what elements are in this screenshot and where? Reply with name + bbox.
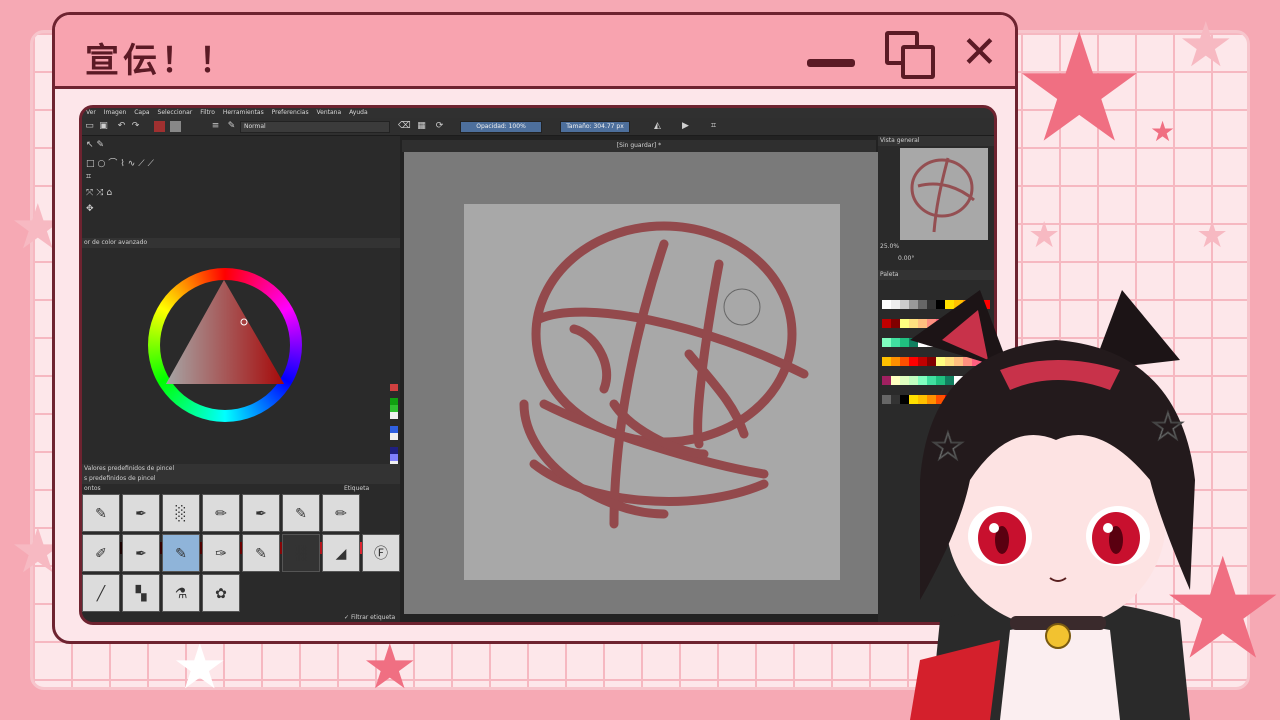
brush-preset[interactable]: ░ bbox=[162, 494, 200, 532]
menu-item[interactable]: Capa bbox=[134, 109, 149, 116]
presets-tab-label: Valores predefinidos de pincel bbox=[84, 465, 175, 472]
brush-preset[interactable]: ▒ bbox=[282, 534, 320, 572]
pattern-icon[interactable] bbox=[170, 121, 181, 132]
brush-preset[interactable]: ✐ bbox=[82, 534, 120, 572]
presets-filter-label: ontos bbox=[84, 485, 101, 492]
overview-title: Vista general bbox=[880, 137, 920, 144]
star-decoration: ★ bbox=[362, 630, 418, 703]
color-panel-title: or de color avanzado bbox=[84, 239, 148, 246]
canvas-area: [Sin guardar] * bbox=[400, 136, 878, 622]
star-decoration: ★ bbox=[172, 630, 228, 703]
star-decoration: ★ bbox=[1150, 115, 1176, 148]
sketch-drawing bbox=[519, 221, 809, 529]
palette-header: Paleta bbox=[878, 270, 994, 280]
color-panel-header: or de color avanzado bbox=[82, 238, 400, 248]
filter-tag-checkbox[interactable]: ✓ Filtrar etiqueta bbox=[344, 614, 395, 621]
menu-item[interactable]: Herramientas bbox=[223, 109, 264, 116]
brush-preset[interactable]: ✏ bbox=[322, 494, 360, 532]
saturation-triangle[interactable] bbox=[162, 276, 290, 404]
close-button[interactable]: ✕ bbox=[961, 31, 998, 75]
window-titlebar: 宣伝！！ ✕ bbox=[55, 15, 1015, 89]
vtuber-avatar: ☆ ☆ bbox=[910, 290, 1195, 720]
brush-preset[interactable]: ✒ bbox=[122, 494, 160, 532]
new-document-icon[interactable]: ▭ bbox=[84, 121, 95, 132]
presets-title: s predefinidos de pincel bbox=[84, 475, 156, 482]
star-decoration: ★ bbox=[1178, 8, 1234, 81]
redo-icon[interactable]: ↷ bbox=[130, 121, 141, 132]
canvas-paper[interactable] bbox=[464, 204, 840, 580]
window-title: 宣伝！！ bbox=[85, 41, 237, 81]
toolbox-row[interactable]: ⤧⤨⌂ bbox=[86, 188, 115, 198]
brush-preset[interactable]: ✏ bbox=[202, 494, 240, 532]
brush-preset[interactable]: ◢ bbox=[322, 534, 360, 572]
color-selector[interactable] bbox=[82, 254, 400, 554]
presets-tab[interactable]: Valores predefinidos de pincel bbox=[82, 464, 400, 474]
brush-preset[interactable]: ✿ bbox=[202, 574, 240, 612]
menu-item[interactable]: Ventana bbox=[317, 109, 342, 116]
menu-item[interactable]: Filtro bbox=[200, 109, 215, 116]
brush-preset[interactable]: ✎ bbox=[282, 494, 320, 532]
menu-bar: Ver Imagen Capa Seleccionar Filtro Herra… bbox=[82, 108, 994, 118]
minimize-button[interactable] bbox=[807, 59, 855, 67]
brush-preset[interactable]: ⚗ bbox=[162, 574, 200, 612]
brush-preset[interactable]: ▚ bbox=[122, 574, 160, 612]
brush-settings-icon[interactable]: ≡ bbox=[210, 121, 221, 132]
overview-header: Vista general bbox=[878, 136, 994, 146]
size-slider[interactable]: Tamaño: 304.77 px bbox=[560, 121, 630, 133]
zoom-row: 25.0% bbox=[878, 242, 994, 252]
rotation-value[interactable]: 0.00° bbox=[898, 255, 914, 262]
canvas-background bbox=[404, 152, 878, 614]
toolbox-row[interactable]: ↖✎ bbox=[86, 140, 107, 150]
svg-text:☆: ☆ bbox=[1150, 404, 1186, 450]
filter-tag-label: Filtrar etiqueta bbox=[350, 614, 396, 621]
document-tab[interactable]: [Sin guardar] * bbox=[402, 140, 876, 152]
left-dock: ↖✎ □○⌒⌇∿⟋⟋ ⌗ ⤧⤨⌂ ✥ or de color avanzado bbox=[82, 136, 400, 622]
preset-icon[interactable]: ✎ bbox=[226, 121, 237, 132]
star-decoration: ★ bbox=[1012, 2, 1147, 176]
brush-preset[interactable]: ✎ bbox=[82, 494, 120, 532]
star-decoration: ★ bbox=[1196, 215, 1229, 256]
brush-preset[interactable]: ╱ bbox=[82, 574, 120, 612]
mirror-vertical-icon[interactable]: ▶ bbox=[680, 121, 691, 132]
reload-icon[interactable]: ⟳ bbox=[434, 121, 445, 132]
svg-text:☆: ☆ bbox=[930, 424, 966, 470]
brush-preset[interactable]: ✒ bbox=[242, 494, 280, 532]
brush-preset[interactable]: Ⓕ bbox=[362, 534, 400, 572]
palette-title: Paleta bbox=[880, 271, 899, 278]
restore-button[interactable] bbox=[901, 45, 935, 79]
top-toolbar: ▭ ▣ ↶ ↷ ≡ ✎ Normal ⌫ ▦ ⟳ Opacidad: 100% … bbox=[82, 118, 994, 136]
zoom-value[interactable]: 25.0% bbox=[880, 243, 899, 250]
blend-mode-select[interactable]: Normal bbox=[240, 121, 390, 133]
presets-filter-row: ontos Etiqueta bbox=[82, 484, 400, 494]
brush-preset-selected[interactable]: ✎ bbox=[162, 534, 200, 572]
menu-item[interactable]: Preferencias bbox=[272, 109, 309, 116]
brush-preset[interactable]: ✒ bbox=[122, 534, 160, 572]
toolbox-row[interactable]: ✥ bbox=[86, 204, 97, 214]
brush-preset[interactable]: ✎ bbox=[242, 534, 280, 572]
menu-item[interactable]: Ver bbox=[86, 109, 96, 116]
mirror-horizontal-icon[interactable]: ◭ bbox=[652, 121, 663, 132]
toolbox-row[interactable]: □○⌒⌇∿⟋⟋ bbox=[86, 156, 157, 169]
gradient-icon[interactable] bbox=[154, 121, 165, 132]
tag-label[interactable]: Etiqueta bbox=[344, 484, 369, 494]
menu-item[interactable]: Imagen bbox=[104, 109, 127, 116]
document-title: [Sin guardar] * bbox=[616, 142, 662, 149]
toolbox-row[interactable]: ⌗ bbox=[86, 172, 94, 182]
rotation-row: 0.00° bbox=[878, 254, 994, 264]
save-icon[interactable]: ▣ bbox=[98, 121, 109, 132]
menu-item[interactable]: Seleccionar bbox=[158, 109, 193, 116]
alpha-lock-icon[interactable]: ▦ bbox=[416, 121, 427, 132]
presets-header: s predefinidos de pincel bbox=[82, 474, 400, 484]
eraser-icon[interactable]: ⌫ bbox=[398, 121, 411, 132]
opacity-slider[interactable]: Opacidad: 100% bbox=[460, 121, 542, 133]
crop-icon[interactable]: ⌗ bbox=[708, 121, 719, 132]
menu-item[interactable]: Ayuda bbox=[349, 109, 368, 116]
overview-thumbnail[interactable] bbox=[900, 148, 988, 240]
undo-icon[interactable]: ↶ bbox=[116, 121, 127, 132]
star-decoration: ★ bbox=[1028, 215, 1061, 256]
brush-preset[interactable]: ✑ bbox=[202, 534, 240, 572]
